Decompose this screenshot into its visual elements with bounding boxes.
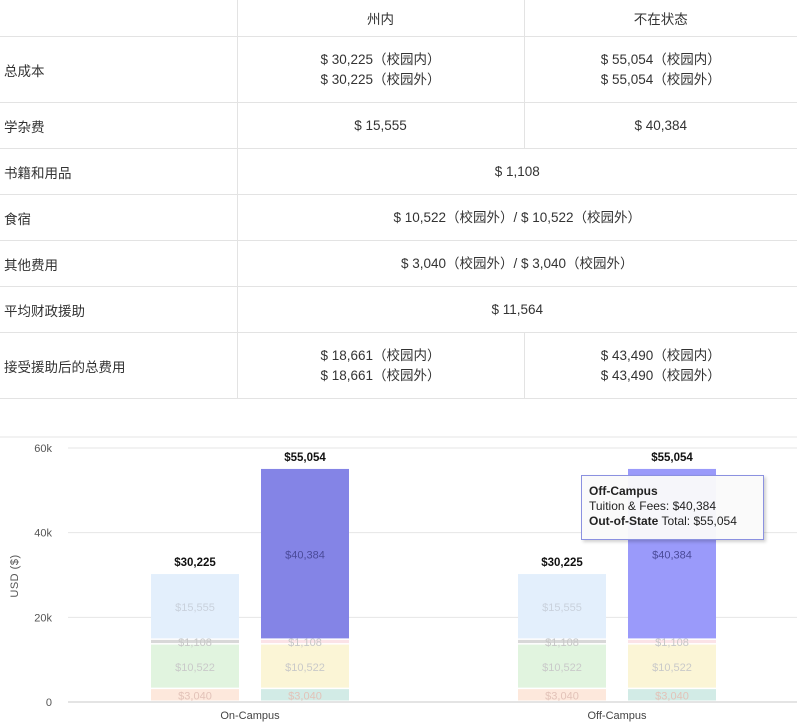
out-of-state-value: $ 55,054（校园内） $ 55,054（校园外） — [523, 36, 797, 103]
tooltip-title: Off-Campus — [589, 484, 658, 498]
header-out-of-state: 不在状态 — [523, 0, 797, 37]
bar-data-label: $1,108 — [178, 637, 212, 649]
y-axis-label: USD ($) — [9, 554, 21, 597]
bar-data-label: $10,522 — [285, 662, 325, 674]
y-tick-label: 60k — [34, 443, 52, 455]
bar-data-label: $1,108 — [545, 637, 579, 649]
bar-segment[interactable] — [518, 574, 606, 639]
table-row: 其他费用 $ 3,040（校园外）/ $ 3,040（校园外） — [0, 240, 797, 287]
bar-data-label: $40,384 — [285, 549, 325, 561]
bar-total-label: $30,225 — [541, 557, 583, 569]
y-tick-label: 40k — [34, 528, 52, 540]
bar-data-label: $10,522 — [652, 662, 692, 674]
cost-table: 州内 不在状态 总成本 $ 30,225（校园内） $ 30,225（校园外） … — [0, 0, 797, 399]
x-tick-label: On-Campus — [220, 710, 280, 722]
row-label: 食宿 — [0, 194, 237, 241]
bar-data-label: $3,040 — [655, 691, 689, 703]
bar-segment[interactable] — [628, 644, 716, 688]
y-tick-label: 0 — [46, 697, 52, 709]
in-state-value: $ 15,555 — [236, 102, 524, 149]
table-row: 平均财政援助 $ 11,564 — [0, 286, 797, 333]
x-axis: On-Campus Off-Campus — [220, 710, 647, 722]
y-tick-label: 20k — [34, 612, 52, 624]
bar-total-label: $55,054 — [284, 452, 326, 464]
chart-tooltip: Off-Campus Tuition & Fees: $40,384 Out-o… — [581, 475, 764, 540]
header-blank — [0, 0, 237, 37]
bar-data-label: $1,108 — [655, 637, 689, 649]
bar-segment[interactable] — [628, 689, 716, 701]
tooltip-line2-value: $55,054 — [693, 514, 737, 528]
bar-segment[interactable] — [261, 689, 349, 701]
row-label: 总成本 — [0, 36, 237, 103]
bar-total-label: $55,054 — [651, 452, 693, 464]
bar-segment[interactable] — [151, 689, 239, 701]
bar-data-label: $10,522 — [175, 662, 215, 674]
row-label: 书籍和用品 — [0, 148, 237, 195]
row-label: 学杂费 — [0, 102, 237, 149]
bar-segment[interactable] — [151, 574, 239, 639]
merged-value: $ 10,522（校园外）/ $ 10,522（校园外） — [236, 194, 797, 241]
table-row: 食宿 $ 10,522（校园外）/ $ 10,522（校园外） — [0, 194, 797, 241]
row-label: 其他费用 — [0, 240, 237, 287]
row-label: 接受援助后的总费用 — [0, 332, 237, 399]
table-row: 书籍和用品 $ 1,108 — [0, 148, 797, 195]
bar-data-label: $10,522 — [542, 662, 582, 674]
x-tick-label: Off-Campus — [587, 710, 647, 722]
bar-total-label: $30,225 — [174, 557, 216, 569]
bar-segment[interactable] — [628, 639, 716, 644]
bar-segment[interactable] — [261, 468, 349, 639]
bar-segment[interactable] — [151, 644, 239, 688]
bar-segment[interactable] — [518, 644, 606, 688]
in-state-value: $ 30,225（校园内） $ 30,225（校园外） — [236, 36, 524, 103]
bar-segment[interactable] — [518, 639, 606, 644]
bar-segment[interactable] — [518, 689, 606, 701]
in-state-value: $ 18,661（校园内） $ 18,661（校园外） — [236, 332, 524, 399]
tooltip-line2-group: Out-of-State — [589, 514, 659, 528]
table-row: 接受援助后的总费用 $ 18,661（校园内） $ 18,661（校园外） $ … — [0, 332, 797, 399]
bar-data-label: $15,555 — [542, 602, 582, 614]
bar-data-label: $3,040 — [288, 691, 322, 703]
merged-value: $ 11,564 — [236, 286, 797, 333]
y-axis: 0 20k 40k 60k — [34, 443, 52, 709]
table-row: 学杂费 $ 15,555 $ 40,384 — [0, 102, 797, 149]
merged-value: $ 3,040（校园外）/ $ 3,040（校园外） — [236, 240, 797, 287]
tooltip-line1-value: $40,384 — [672, 499, 716, 513]
bar-segment[interactable] — [261, 639, 349, 644]
table-row: 总成本 $ 30,225（校园内） $ 30,225（校园外） $ 55,054… — [0, 36, 797, 103]
bar-data-label: $3,040 — [178, 691, 212, 703]
bar-segment[interactable] — [261, 644, 349, 688]
out-of-state-value: $ 40,384 — [523, 102, 797, 149]
out-of-state-value: $ 43,490（校园内） $ 43,490（校园外） — [523, 332, 797, 399]
tooltip-line2-label: Total: — [661, 514, 691, 528]
bar-data-label: $3,040 — [545, 691, 579, 703]
bar-data-label: $1,108 — [288, 637, 322, 649]
merged-value: $ 1,108 — [236, 148, 797, 195]
bar-segment[interactable] — [151, 639, 239, 644]
header-in-state: 州内 — [236, 0, 524, 37]
row-label: 平均财政援助 — [0, 286, 237, 333]
tooltip-line1-label: Tuition & Fees: — [589, 499, 670, 513]
bar-data-label: $15,555 — [175, 602, 215, 614]
bar-data-label: $40,384 — [652, 549, 692, 561]
